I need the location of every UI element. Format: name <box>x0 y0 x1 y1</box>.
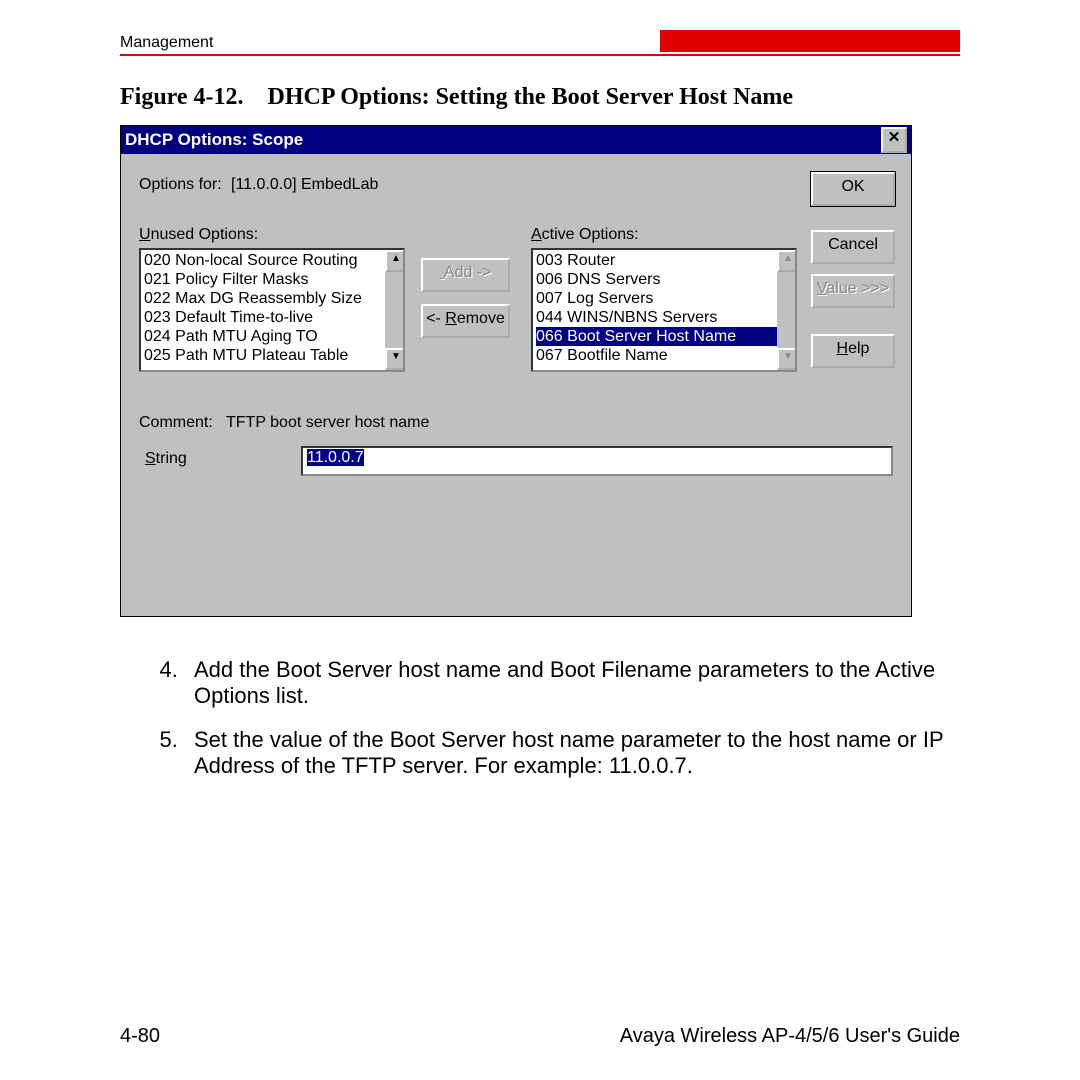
cancel-button[interactable]: Cancel <box>811 230 895 264</box>
scroll-up-icon[interactable]: ▲ <box>385 250 405 272</box>
remove-button[interactable]: <- Remove <box>421 304 510 338</box>
dialog-title: DHCP Options: Scope <box>125 130 303 150</box>
list-item[interactable]: 023 Default Time-to-live <box>144 308 400 327</box>
instruction-item: Add the Boot Server host name and Boot F… <box>184 657 960 709</box>
dialog-body: Options for: [11.0.0.0] EmbedLab Unused … <box>121 154 911 616</box>
scroll-up-icon[interactable]: ▲ <box>777 250 797 272</box>
list-item[interactable]: 020 Non-local Source Routing <box>144 251 400 270</box>
instructions: Add the Boot Server host name and Boot F… <box>120 657 960 779</box>
list-item[interactable]: 025 Path MTU Plateau Table <box>144 346 400 365</box>
string-input[interactable]: 11.0.0.7 <box>301 446 893 476</box>
unused-options-label: Unused Options: <box>139 226 258 244</box>
unused-options-listbox[interactable]: 020 Non-local Source Routing 021 Policy … <box>139 248 405 372</box>
figure-title: Figure 4-12. DHCP Options: Setting the B… <box>120 84 960 111</box>
list-item[interactable]: 007 Log Servers <box>536 289 792 308</box>
page-footer: 4-80 Avaya Wireless AP-4/5/6 User's Guid… <box>120 1025 960 1048</box>
figure-caption: DHCP Options: Setting the Boot Server Ho… <box>268 84 794 110</box>
page-number: 4-80 <box>120 1025 160 1048</box>
string-label: String <box>145 450 187 468</box>
list-item[interactable]: 022 Max DG Reassembly Size <box>144 289 400 308</box>
help-button[interactable]: Help <box>811 334 895 368</box>
close-icon[interactable]: ✕ <box>881 127 907 153</box>
scroll-down-icon[interactable]: ▼ <box>777 348 797 370</box>
options-for-value: [11.0.0.0] EmbedLab <box>231 176 378 194</box>
active-options-label: Active Options: <box>531 226 639 244</box>
active-scrollbar[interactable]: ▲ ▼ <box>777 250 795 370</box>
add-button[interactable]: Add -> <box>421 258 510 292</box>
value-button[interactable]: Value >>> <box>811 274 895 308</box>
string-value: 11.0.0.7 <box>307 449 364 466</box>
list-item[interactable]: 021 Policy Filter Masks <box>144 270 400 289</box>
list-item[interactable]: 003 Router <box>536 251 792 270</box>
page-header: Management <box>120 30 960 56</box>
active-options-listbox[interactable]: 003 Router 006 DNS Servers 007 Log Serve… <box>531 248 797 372</box>
unused-scrollbar[interactable]: ▲ ▼ <box>385 250 403 370</box>
comment-label: Comment: <box>139 414 213 432</box>
instruction-item: Set the value of the Boot Server host na… <box>184 727 960 779</box>
list-item[interactable]: 006 DNS Servers <box>536 270 792 289</box>
section-title: Management <box>120 34 213 52</box>
list-item-selected[interactable]: 066 Boot Server Host Name <box>536 327 792 346</box>
ok-button[interactable]: OK <box>811 172 895 206</box>
list-item[interactable]: 044 WINS/NBNS Servers <box>536 308 792 327</box>
comment-value: TFTP boot server host name <box>226 414 429 432</box>
list-item[interactable]: 024 Path MTU Aging TO <box>144 327 400 346</box>
dialog-window: DHCP Options: Scope ✕ Options for: [11.0… <box>120 125 912 617</box>
figure-label: Figure 4-12. <box>120 84 244 110</box>
doc-title: Avaya Wireless AP-4/5/6 User's Guide <box>620 1025 960 1048</box>
titlebar: DHCP Options: Scope ✕ <box>121 126 911 154</box>
list-item[interactable]: 067 Bootfile Name <box>536 346 792 365</box>
header-accent-bar <box>660 30 960 52</box>
options-for-label: Options for: <box>139 176 222 194</box>
scroll-down-icon[interactable]: ▼ <box>385 348 405 370</box>
